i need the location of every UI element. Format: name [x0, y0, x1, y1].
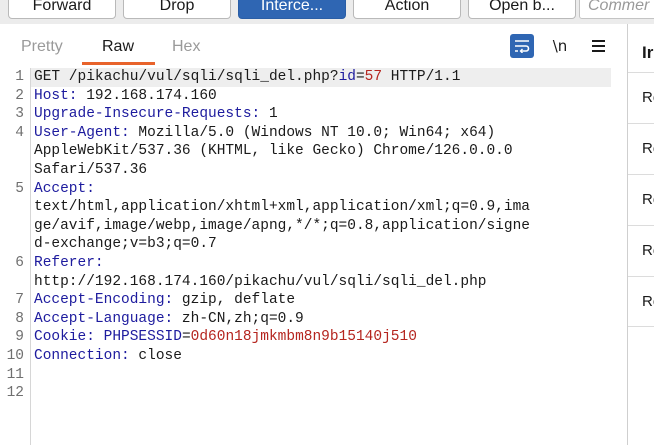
hamburger-menu-icon[interactable] — [586, 34, 610, 58]
line-number: 4 — [15, 124, 24, 141]
raw-request-editor[interactable]: 1 2 3 4 5 6 7 8 9 10 11 12 GET /pikachu/… — [0, 68, 627, 445]
header-key: Referer: — [34, 255, 104, 271]
header-user-agent: User-Agent: Mozilla/5.0 (Windows NT 10.0… — [34, 124, 495, 143]
header-upgrade-insecure-requests: Upgrade-Insecure-Requests: 1 — [34, 105, 278, 124]
intercept-toggle-button[interactable]: Interce... — [238, 0, 346, 19]
header-value-continuation: http://192.168.174.160/pikachu/vul/sqli/… — [34, 273, 487, 290]
cookie-space — [95, 329, 104, 345]
editor-tabs: Pretty Raw Hex \n — [0, 24, 627, 68]
comment-field[interactable]: Commer — [579, 0, 654, 19]
header-value: 192.168.174.160 — [77, 87, 217, 104]
header-value-continuation: Safari/537.36 — [34, 162, 148, 178]
inspector-row[interactable]: Re — [628, 123, 654, 174]
line-number: 3 — [15, 106, 24, 123]
line-number: 9 — [15, 329, 24, 346]
query-param-value: 57 — [364, 69, 383, 85]
line-number: 5 — [15, 180, 24, 197]
header-value: 1 — [260, 106, 278, 123]
inspector-row[interactable]: Re — [628, 225, 654, 276]
inspector-title: Ir — [642, 43, 654, 62]
header-key: Host: — [34, 87, 78, 104]
inspector-row[interactable]: Re — [628, 174, 654, 225]
cookie-name: PHPSESSID — [103, 329, 182, 346]
header-cookie: Cookie: PHPSESSID=0d60n18jmkmbm8n9b15140… — [34, 328, 417, 347]
header-host: Host: 192.168.174.160 — [34, 87, 217, 106]
header-key: Upgrade-Insecure-Requests: — [34, 106, 261, 123]
header-referer: Referer: — [34, 254, 104, 273]
inspector-row-label: Re — [642, 191, 654, 208]
header-accept-language: Accept-Language: zh-CN,zh;q=0.9 — [34, 310, 304, 329]
header-value-continuation: ge/avif,image/webp,image/apng,*/*;q=0.8,… — [34, 217, 530, 234]
cookie-equals: = — [181, 329, 191, 346]
header-connection: Connection: close — [34, 347, 182, 366]
request-panel: Pretty Raw Hex \n 1 2 3 4 5 6 7 8 9 10 1… — [0, 24, 627, 445]
tab-pretty[interactable]: Pretty — [21, 38, 63, 56]
open-browser-button[interactable]: Open b... — [468, 0, 576, 19]
header-key: Accept-Language: — [34, 310, 174, 327]
header-value-continuation: AppleWebKit/537.36 (KHTML, like Gecko) C… — [34, 143, 513, 160]
proxy-toolbar: Forward Drop Interce... Action Open b...… — [0, 0, 654, 24]
newline-toggle-icon[interactable]: \n — [548, 34, 572, 58]
drop-button[interactable]: Drop — [123, 0, 231, 19]
cookie-value: 0d60n18jmkmbm8n9b15140j510 — [190, 329, 417, 346]
line-number: 8 — [15, 310, 24, 327]
forward-button[interactable]: Forward — [8, 0, 116, 19]
line-number: 11 — [6, 366, 24, 383]
http-version: HTTP/1.1 — [382, 69, 461, 85]
line-number: 6 — [15, 255, 24, 271]
header-value: zh-CN,zh;q=0.9 — [173, 310, 304, 327]
header-value-continuation: d-exchange;v=b3;q=0.7 — [34, 236, 217, 253]
header-key: Connection: — [34, 348, 130, 364]
inspector-row-label: Re — [642, 293, 654, 310]
request-method-path: GET /pikachu/vul/sqli/sqli_del.php? — [34, 69, 339, 85]
line-number: 2 — [15, 87, 24, 104]
header-accept: Accept: — [34, 180, 95, 199]
header-value: gzip, deflate — [173, 292, 296, 309]
inspector-side-panel: Ir Re Re Re Re Re — [627, 24, 654, 445]
action-button[interactable]: Action — [353, 0, 461, 19]
inspector-row-label: Re — [642, 242, 654, 259]
header-key: Accept-Encoding: — [34, 292, 174, 309]
request-line: GET /pikachu/vul/sqli/sqli_del.php?id=57… — [34, 68, 460, 87]
line-number: 10 — [6, 348, 24, 364]
header-value: Mozilla/5.0 (Windows NT 10.0; Win64; x64… — [129, 124, 496, 141]
header-value-continuation: text/html,application/xhtml+xml,applicat… — [34, 199, 530, 216]
tab-hex[interactable]: Hex — [172, 38, 200, 56]
line-number: 1 — [15, 69, 24, 85]
line-number: 12 — [6, 385, 24, 402]
header-key: User-Agent: — [34, 124, 130, 141]
header-accept-encoding: Accept-Encoding: gzip, deflate — [34, 291, 295, 310]
inspector-row[interactable]: Re — [628, 72, 654, 123]
query-param-name: id — [338, 69, 356, 85]
line-number: 7 — [15, 292, 24, 309]
tab-raw[interactable]: Raw — [102, 38, 134, 56]
header-key: Accept: — [34, 180, 95, 197]
header-key: Cookie: — [34, 329, 95, 346]
query-param-equals: = — [355, 69, 365, 85]
active-tab-indicator — [82, 62, 155, 65]
inspector-row[interactable]: Re — [628, 276, 654, 327]
inspector-row-label: Re — [642, 140, 654, 157]
line-number-gutter: 1 2 3 4 5 6 7 8 9 10 11 12 — [0, 68, 31, 445]
header-value: close — [129, 348, 182, 364]
wrap-lines-icon[interactable] — [510, 34, 534, 58]
inspector-row-label: Re — [642, 89, 654, 106]
